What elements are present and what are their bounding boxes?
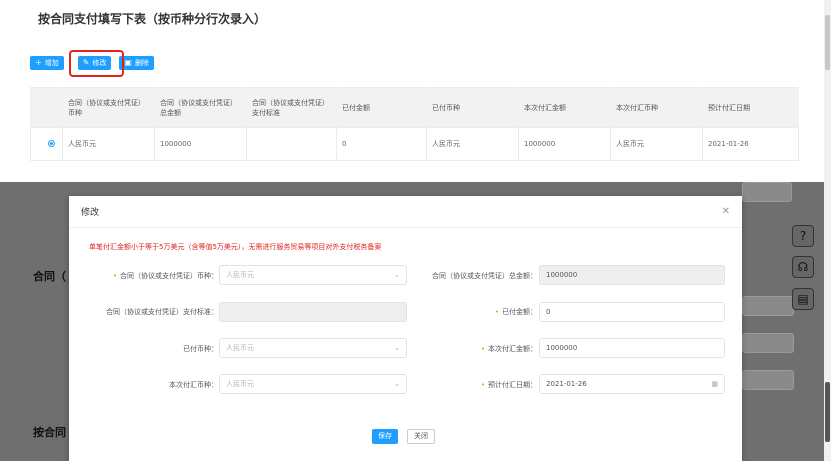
paid-currency-label: 已付币种： [183, 345, 218, 353]
select-column-header [30, 87, 63, 128]
row-select-cell[interactable] [30, 127, 63, 161]
table-cell [246, 127, 337, 161]
remit-date-label: • 预计付汇日期： [480, 381, 537, 389]
standard-label: 合同（协议或支付凭证）支付标准： [106, 308, 218, 316]
background-label: 按合同 [33, 426, 66, 439]
required-mark: • [494, 308, 499, 316]
paid-currency-placeholder: 人民币元 [226, 344, 254, 352]
save-button[interactable]: 保存 [372, 429, 398, 444]
required-mark: • [480, 345, 485, 353]
trash-icon: ▣ [124, 58, 132, 67]
background-input [742, 333, 794, 353]
delete-label: 删除 [134, 59, 149, 67]
table-cell: 人民币元 [610, 127, 703, 161]
modal-header: 修改 ✕ [69, 196, 742, 228]
headset-icon[interactable]: ☊ [792, 256, 814, 278]
column-header: 已付币种 [426, 87, 519, 128]
required-mark: • [480, 381, 485, 389]
background-input [742, 182, 792, 202]
currency-placeholder: 人民币元 [226, 271, 254, 279]
plus-icon: + [35, 58, 42, 67]
chevron-down-icon: ⌄ [394, 344, 400, 352]
paid-amount-field[interactable]: 0 [539, 302, 725, 322]
currency-select[interactable]: 人民币元 ⌄ [219, 265, 407, 285]
highlight-box [69, 50, 124, 77]
background-input [742, 296, 794, 316]
scrollbar-thumb-shaded[interactable] [825, 382, 830, 442]
chevron-down-icon: ⌄ [394, 271, 400, 279]
modal-title: 修改 [81, 208, 100, 218]
chevron-down-icon: ⌄ [394, 380, 400, 388]
background-input [742, 370, 794, 390]
table-cell: 人民币元 [426, 127, 519, 161]
table-row[interactable]: 人民币元 1000000 0 人民币元 1000000 人民币元 2021-01… [30, 127, 799, 161]
section-title: 按合同支付填写下表（按币种分行次录入） [38, 12, 267, 26]
warning-message: 单笔付汇金额小于等于5万美元（含等值5万美元），无需进行服务贸易等项目对外支付税… [89, 243, 382, 251]
scrollbar-thumb[interactable] [825, 15, 830, 70]
column-header: 已付金额 [336, 87, 427, 128]
table-header-row: 合同（协议或支付凭证）币种 合同（协议或支付凭证）总金额 合同（协议或支付凭证）… [30, 87, 799, 128]
table-cell: 0 [336, 127, 427, 161]
background-label: 合同（ [33, 270, 66, 283]
currency-label: • 合同（协议或支付凭证）币种： [112, 272, 218, 280]
book-icon[interactable]: ▤ [792, 288, 814, 310]
remit-currency-label: 本次付汇币种： [169, 381, 218, 389]
table-cell: 2021-01-26 [702, 127, 799, 161]
paid-amount-label: • 已付金额： [494, 308, 537, 316]
table-cell: 1000000 [154, 127, 247, 161]
table-cell: 人民币元 [62, 127, 155, 161]
column-header: 合同（协议或支付凭证）支付标准 [246, 87, 337, 128]
standard-field[interactable] [219, 302, 407, 322]
column-header: 合同（协议或支付凭证）币种 [62, 87, 155, 128]
add-label: 增加 [44, 59, 59, 67]
app: 按合同支付填写下表（按币种分行次录入） + 增加 ✎ 修改 ▣ 删除 合同（协议… [0, 0, 831, 461]
remit-date-value: 2021-01-26 [546, 380, 587, 388]
column-header: 本次付汇金额 [518, 87, 611, 128]
remit-amount-label: • 本次付汇金额： [480, 345, 537, 353]
column-header: 预计付汇日期 [702, 87, 799, 128]
required-mark: • [112, 272, 117, 280]
column-header: 合同（协议或支付凭证）总金额 [154, 87, 247, 128]
payment-table: 合同（协议或支付凭证）币种 合同（协议或支付凭证）总金额 合同（协议或支付凭证）… [30, 87, 799, 161]
total-label: 合同（协议或支付凭证）总金额： [432, 272, 537, 280]
row-radio[interactable] [48, 139, 55, 147]
remit-date-field[interactable]: 2021-01-26 ▦ [539, 374, 725, 394]
calendar-icon[interactable]: ▦ [711, 375, 718, 393]
close-icon[interactable]: ✕ [722, 206, 730, 217]
close-button[interactable]: 关闭 [407, 429, 435, 444]
add-button[interactable]: + 增加 [30, 56, 64, 70]
remit-currency-select[interactable]: 人民币元 ⌄ [219, 374, 407, 394]
table-cell: 1000000 [518, 127, 611, 161]
edit-modal: 修改 ✕ 单笔付汇金额小于等于5万美元（含等值5万美元），无需进行服务贸易等项目… [69, 196, 742, 461]
remit-currency-placeholder: 人民币元 [226, 380, 254, 388]
remit-amount-field[interactable]: 1000000 [539, 338, 725, 358]
paid-currency-select[interactable]: 人民币元 ⌄ [219, 338, 407, 358]
total-field[interactable]: 1000000 [539, 265, 725, 285]
help-icon[interactable]: ? [792, 225, 814, 247]
delete-button[interactable]: ▣ 删除 [119, 56, 154, 70]
column-header: 本次付汇币种 [610, 87, 703, 128]
